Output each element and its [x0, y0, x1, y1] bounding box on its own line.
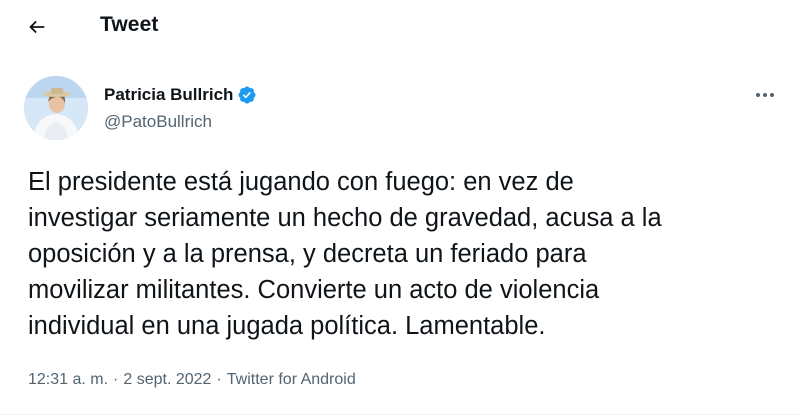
tweet-source[interactable]: Twitter for Android: [227, 371, 356, 389]
tweet-time[interactable]: 12:31 a. m.: [28, 371, 108, 389]
avatar-photo: [24, 76, 88, 140]
tweet-text: El presidente está jugando con fuego: en…: [28, 168, 662, 340]
page-title: Tweet: [100, 13, 159, 36]
more-options-button[interactable]: [748, 84, 782, 106]
author-handle[interactable]: @PatoBullrich: [104, 112, 212, 132]
author-name[interactable]: Patricia Bullrich: [104, 85, 233, 105]
more-horizontal-icon: [756, 93, 774, 97]
tweet-date[interactable]: 2 sept. 2022: [123, 371, 211, 389]
avatar[interactable]: [24, 76, 88, 140]
verified-badge-icon: [237, 85, 257, 105]
tweet-header: Tweet: [0, 0, 800, 53]
back-button[interactable]: [22, 12, 52, 42]
tweet-meta: 12:31 a. m. · 2 sept. 2022 · Twitter for…: [28, 371, 356, 389]
meta-separator: ·: [216, 371, 222, 388]
author-name-row: Patricia Bullrich: [104, 85, 257, 105]
arrow-left-icon: [29, 20, 45, 34]
meta-separator: ·: [113, 371, 119, 388]
divider: [0, 414, 800, 415]
